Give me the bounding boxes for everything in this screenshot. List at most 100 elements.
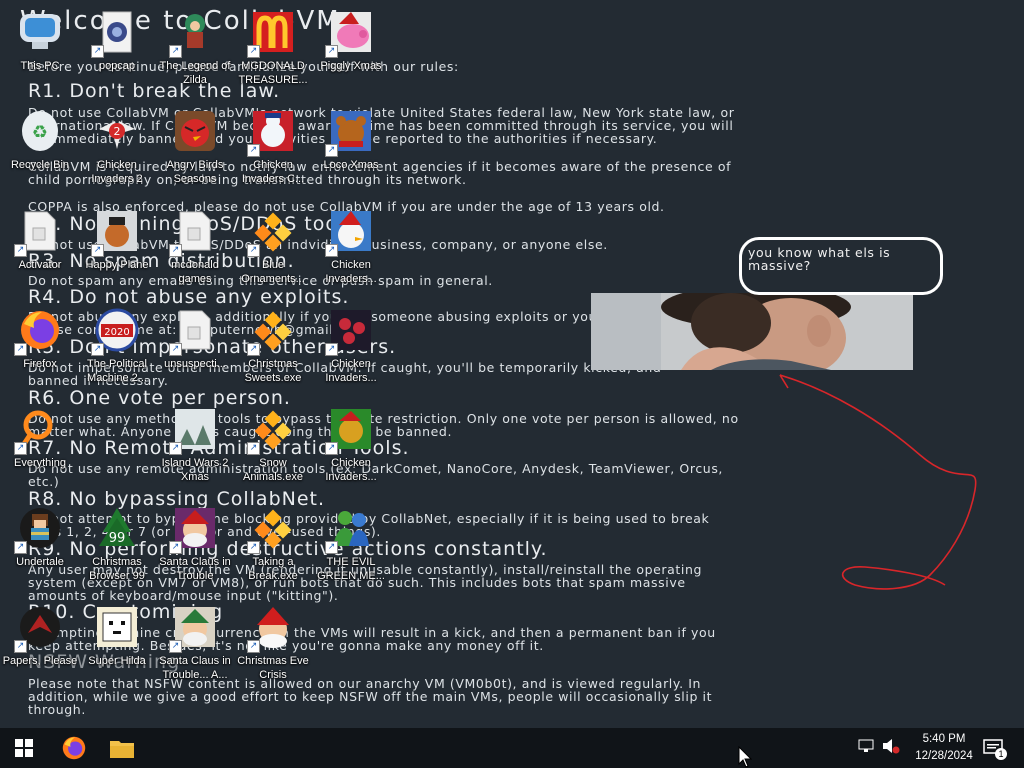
network-icon[interactable] — [858, 738, 874, 754]
firefox-icon: ↗ — [14, 306, 64, 356]
desktop-icon-political-machine[interactable]: 2020 ↗ The Political Machine 2... — [77, 302, 157, 396]
desktop-icon-happy-plane[interactable]: ↗ Happy Plane — [77, 203, 157, 297]
shortcut-arrow-icon: ↗ — [91, 244, 104, 257]
tiles-icon: ↗ — [247, 207, 297, 257]
start-button[interactable] — [0, 728, 48, 768]
desktop-icon-this-pc[interactable]: This PC — [0, 4, 80, 98]
system-tray — [858, 738, 900, 754]
angry-birds-icon — [171, 107, 219, 155]
shortcut-arrow-icon: ↗ — [247, 45, 260, 58]
desktop-icon-chicken-invaders-b[interactable]: ↗ Chicken Invaders... — [311, 302, 391, 396]
meme-photo — [591, 293, 913, 370]
icon-label: Loco Xmas — [323, 159, 379, 171]
rule-text: through. — [28, 702, 86, 717]
shortcut-arrow-icon: ↗ — [325, 244, 338, 257]
desktop-icon-christmas-sweets[interactable]: ↗ Christmas Sweets.exe — [233, 302, 313, 396]
desktop-icon-mcdonald-games[interactable]: ↗ mcdonald games — [155, 203, 235, 297]
icon-label: Christmas Browser 99 — [89, 556, 145, 582]
chicken-invaders-icon: 2 — [93, 107, 141, 155]
icon-label: Chicken Invaders... — [325, 259, 377, 285]
desktop-icon-piggly-xmas[interactable]: ↗ Piggly Xmas — [311, 4, 391, 98]
desktop-icon-snow-animals[interactable]: ↗ Snow Animals.exe — [233, 401, 313, 495]
desktop-icon-island-wars-2[interactable]: ↗ Island Wars 2 Xmas — [155, 401, 235, 495]
icon-label: Blue Ornaments... — [241, 259, 305, 285]
desktop-icon-popcap[interactable]: ↗ popcap — [77, 4, 157, 98]
volume-muted-icon[interactable] — [882, 738, 900, 754]
desktop-icon-blue-ornaments[interactable]: ↗ Blue Ornaments... — [233, 203, 313, 297]
icon-label: Undertale — [16, 556, 64, 568]
desktop-icon-christmas-browser[interactable]: 99 Christmas Browser 99 — [77, 500, 157, 594]
icon-label: Chicken Invaders... — [325, 457, 377, 483]
happy-plane-icon: ↗ — [91, 207, 141, 257]
shortcut-arrow-icon: ↗ — [14, 640, 27, 653]
shortcut-arrow-icon: ↗ — [247, 244, 260, 257]
papers-please-icon: ↗ — [14, 603, 64, 653]
desktop-icon-recycle-bin[interactable]: ♻ Recycle Bin — [0, 103, 80, 197]
desktop-icon-everything[interactable]: ↗ Everything — [0, 401, 80, 495]
icon-label: MGDONALD TREASURE... — [238, 60, 308, 86]
snowman-icon: ↗ — [247, 107, 297, 157]
icon-label: Christmas Eve Crisis — [237, 655, 309, 681]
icon-label: Taking a Break.exe — [248, 556, 298, 582]
taskbar-clock[interactable]: 5:40 PM 12/28/2024 — [908, 731, 980, 765]
undertale-icon: ↗ — [14, 504, 64, 554]
desktop-icon-angry-birds-seasons[interactable]: Angry Birds Seasons — [155, 103, 235, 197]
chicken-icon: ↗ — [325, 306, 375, 356]
shortcut-arrow-icon: ↗ — [325, 442, 338, 455]
icon-label: Firefox — [23, 358, 57, 370]
icon-label: popcap — [98, 60, 136, 72]
icon-label: Snow Animals.exe — [243, 457, 303, 483]
icon-label: Chicken Invaders C... — [241, 159, 305, 185]
icon-label: Activator — [18, 259, 62, 271]
speech-bubble-text: you know what els is massive? — [748, 245, 891, 273]
icon-label: Papers, Please — [2, 655, 78, 667]
desktop-icon-santa-claus-in-trouble[interactable]: ↗ Santa Claus in Trouble — [155, 500, 235, 594]
icon-label: The Legend of Zilda — [159, 60, 231, 86]
icon-label: unsuspecti... — [164, 358, 226, 370]
recycle-bin-icon: ♻ — [16, 107, 64, 155]
chicken-icon: ↗ — [325, 207, 375, 257]
icon-label: THE EVIL GREEN ME... — [317, 556, 385, 582]
desktop-icon-evil-green-me[interactable]: ↗ THE EVIL GREEN ME... — [311, 500, 391, 594]
desktop-icon-chicken-invaders-a[interactable]: ↗ Chicken Invaders... — [311, 203, 391, 297]
desktop-icon-super-hilda[interactable]: Super Hilda — [77, 599, 157, 693]
taskbar-file-explorer-button[interactable] — [98, 728, 146, 768]
magnifier-icon: ↗ — [14, 405, 64, 455]
computer-icon — [16, 8, 64, 56]
desktop-icon-mgdonald-treasure[interactable]: ↗ MGDONALD TREASURE... — [233, 4, 313, 98]
pig-icon: ↗ — [325, 8, 375, 58]
shortcut-arrow-icon: ↗ — [169, 541, 182, 554]
desktop-icon-papers-please[interactable]: ↗ Papers, Please — [0, 599, 80, 693]
action-center-button[interactable]: 1 — [982, 736, 1007, 760]
desktop-icon-legend-of-zilda[interactable]: ↗ The Legend of Zilda — [155, 4, 235, 98]
desktop-icon-loco-xmas[interactable]: ↗ Loco Xmas — [311, 103, 391, 197]
desktop[interactable]: Welcome to CollabVM Before you continue,… — [0, 0, 1024, 728]
popcap-icon: ↗ — [91, 8, 141, 58]
icon-label: Super Hilda — [88, 655, 146, 667]
desktop-icon-taking-a-break[interactable]: ↗ Taking a Break.exe — [233, 500, 313, 594]
shortcut-arrow-icon: ↗ — [169, 45, 182, 58]
shortcut-arrow-icon: ↗ — [14, 244, 27, 257]
desktop-icon-chicken-invaders-2[interactable]: 2 Chicken Invaders 2 — [77, 103, 157, 197]
icon-label: Island Wars 2 Xmas — [161, 457, 229, 483]
icon-label: Santa Claus in Trouble... A... — [159, 655, 231, 681]
santa-icon: ↗ — [169, 504, 219, 554]
file-icon: ↗ — [169, 306, 219, 356]
file-icon: ↗ — [169, 207, 219, 257]
desktop-icon-santa-claus-in-trouble-again[interactable]: ↗ Santa Claus in Trouble... A... — [155, 599, 235, 693]
icon-label: Chicken Invaders... — [325, 358, 377, 384]
desktop-icon-chicken-invaders-c2[interactable]: ↗ Chicken Invaders... — [311, 401, 391, 495]
shortcut-arrow-icon: ↗ — [169, 244, 182, 257]
desktop-icon-unsuspecting[interactable]: ↗ unsuspecti... — [155, 302, 235, 396]
super-hilda-icon — [93, 603, 141, 651]
icon-label: Happy Plane — [85, 259, 149, 271]
desktop-icon-chicken-invaders-c[interactable]: ↗ Chicken Invaders C... — [233, 103, 313, 197]
svg-text:2: 2 — [114, 125, 121, 138]
taskbar-firefox-button[interactable] — [50, 728, 98, 768]
tiles-icon: ↗ — [247, 504, 297, 554]
desktop-icon-activator[interactable]: ↗ Activator — [0, 203, 80, 297]
desktop-icon-firefox[interactable]: ↗ Firefox — [0, 302, 80, 396]
desktop-icon-undertale[interactable]: ↗ Undertale — [0, 500, 80, 594]
christmas-tree-icon: 99 — [93, 504, 141, 552]
desktop-icon-christmas-eve-crisis[interactable]: ↗ Christmas Eve Crisis — [233, 599, 313, 693]
